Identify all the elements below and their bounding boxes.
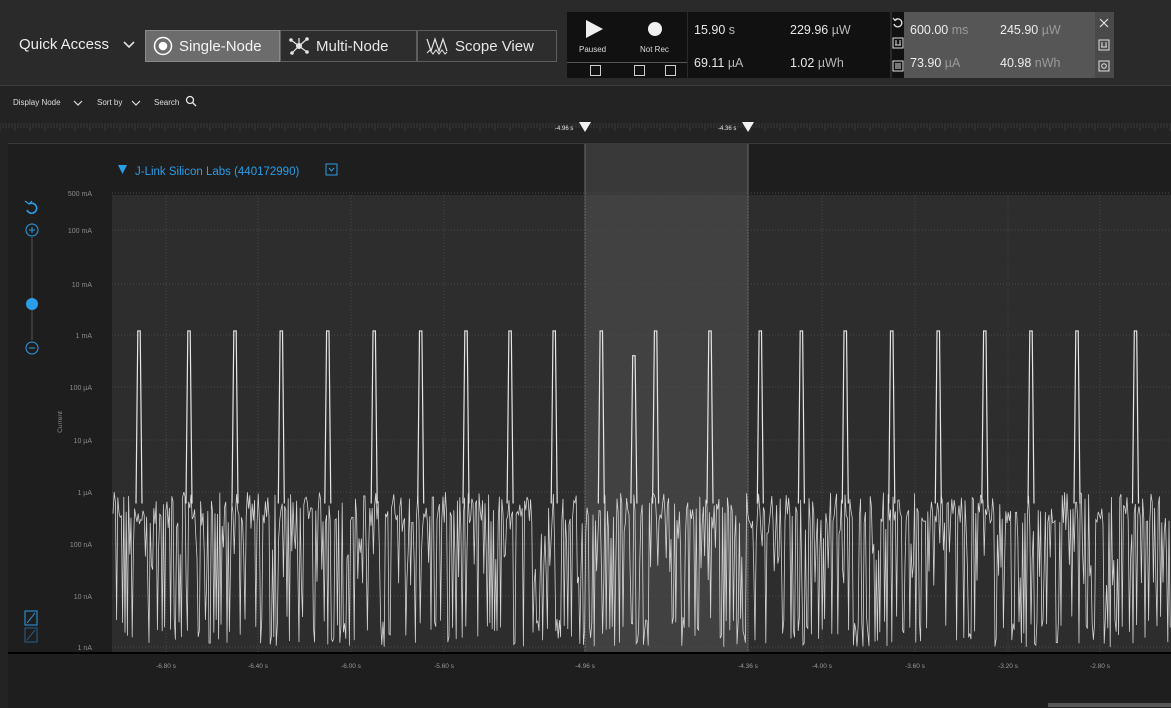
display-node-button[interactable]: Display Node [13, 98, 61, 107]
y-tick-label: 1 µA [77, 490, 92, 497]
x-tick-label: -4.96 s [575, 663, 596, 670]
marker-right-label: -4.36 s [718, 126, 736, 132]
y-tick-label: 500 mA [68, 191, 92, 198]
selection-stats: 600.00 ms 73.90 µA 245.90 µW 40.98 nWh [892, 12, 1114, 78]
y-tick-label: 100 mA [68, 228, 92, 235]
selection-energy: 40.98 nWh [1000, 56, 1061, 70]
x-tick-label: -6.40 s [248, 663, 269, 670]
chevron-down-icon[interactable] [131, 99, 141, 107]
selection-power: 245.90 µW [1000, 23, 1061, 37]
scope-view-label: Scope View [455, 37, 534, 55]
radio-icon [153, 36, 173, 56]
y-tick-label: 1 mA [76, 333, 93, 340]
total-energy: 1.02 µWh [790, 56, 844, 70]
trigger-fall-icon[interactable] [665, 65, 676, 76]
multi-node-button[interactable]: Multi-Node [280, 30, 417, 62]
x-tick-label: -4.00 s [812, 663, 833, 670]
horizontal-scrollbar[interactable] [1048, 703, 1171, 707]
selection-current: 73.90 µA [910, 56, 961, 70]
x-tick-label: -5.60 s [434, 663, 455, 670]
play-icon[interactable] [584, 19, 604, 39]
export-selection-icon[interactable] [1098, 39, 1110, 51]
y-tick-label: 1 nA [78, 645, 93, 652]
close-icon[interactable] [1098, 17, 1110, 29]
timeline-ruler[interactable]: -4.96 s -4.36 s [0, 117, 1171, 143]
single-node-button[interactable]: Single-Node [145, 30, 280, 62]
y-tick-label: 10 mA [72, 282, 93, 289]
app-window: Quick Access Single-Node Multi-Node Scop… [0, 0, 1171, 708]
marker-left-handle[interactable] [579, 122, 591, 132]
capture-stats: 15.90 s 69.11 µA 229.96 µW 1.02 µWh [688, 12, 890, 78]
not-rec-label: Not Rec [640, 45, 669, 54]
x-tick-label: -2.80 s [1090, 663, 1111, 670]
export-icon[interactable] [892, 37, 904, 49]
paused-label: Paused [579, 45, 607, 54]
sort-by-button[interactable]: Sort by [97, 98, 122, 107]
y-axis-label: Current [57, 411, 64, 433]
average-power: 229.96 µW [790, 23, 851, 37]
node-title: J-Link Silicon Labs (440172990) [135, 166, 299, 178]
reset-icon[interactable] [892, 17, 904, 29]
search-icon[interactable] [185, 95, 197, 107]
trigger-rise-icon[interactable] [634, 65, 645, 76]
waveform-icon [425, 36, 449, 56]
x-tick-label: -3.20 s [998, 663, 1019, 670]
network-icon [288, 36, 310, 56]
y-tick-label: 10 µA [74, 438, 93, 445]
average-current: 69.11 µA [694, 56, 744, 70]
single-node-label: Single-Node [179, 37, 262, 55]
top-toolbar: Quick Access Single-Node Multi-Node Scop… [0, 0, 1171, 86]
scope-view-button[interactable]: Scope View [417, 30, 557, 62]
chart-panel: 500 mA 100 mA 10 mA 1 mA 100 µA 10 µA 1 µA 100 … [8, 143, 1171, 708]
x-tick-label: -3.60 s [905, 663, 926, 670]
x-tick-label: -6.80 s [156, 663, 177, 670]
marker-left-label: -4.96 s [555, 126, 573, 132]
chevron-down-icon[interactable] [73, 99, 83, 107]
multi-node-label: Multi-Node [316, 37, 389, 55]
list-icon[interactable] [892, 60, 904, 72]
chevron-down-icon[interactable] [121, 39, 137, 51]
zoom-slider-thumb[interactable] [26, 298, 38, 310]
quick-access-button[interactable]: Quick Access [19, 36, 109, 53]
x-tick-label: -6.00 s [341, 663, 362, 670]
x-tick-label: -4.36 s [738, 663, 759, 670]
zoom-to-selection-icon[interactable] [1098, 60, 1110, 72]
elapsed-time: 15.90 s [694, 23, 736, 37]
current-chart[interactable]: 500 mA 100 mA 10 mA 1 mA 100 µA 10 µA 1 µA 100 … [8, 144, 1171, 708]
y-tick-label: 100 µA [70, 385, 93, 392]
capture-controls: Paused Not Rec [567, 12, 687, 78]
scroll-area [8, 684, 1171, 708]
sub-toolbar: Display Node Sort by Search [0, 87, 1171, 117]
y-tick-label: 10 nA [74, 594, 93, 601]
y-tick-label: 100 nA [70, 542, 93, 549]
selection-duration: 600.00 ms [910, 23, 969, 37]
record-icon[interactable] [647, 21, 663, 37]
search-button[interactable]: Search [154, 98, 179, 107]
trigger-edge-icon[interactable] [590, 65, 601, 76]
